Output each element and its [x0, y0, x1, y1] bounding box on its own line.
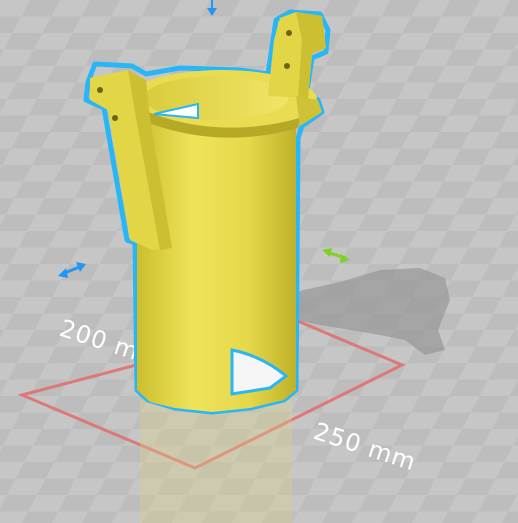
right-mount-hole-1: [286, 30, 292, 36]
left-mount-hole-1: [97, 87, 103, 93]
3d-viewport[interactable]: 200 mm 250 mm: [0, 0, 518, 523]
left-mount-hole-2: [112, 115, 118, 121]
model-reflection: [140, 400, 292, 523]
scene-canvas[interactable]: 200 mm 250 mm: [0, 0, 518, 523]
right-mount-hole-2: [284, 63, 290, 69]
